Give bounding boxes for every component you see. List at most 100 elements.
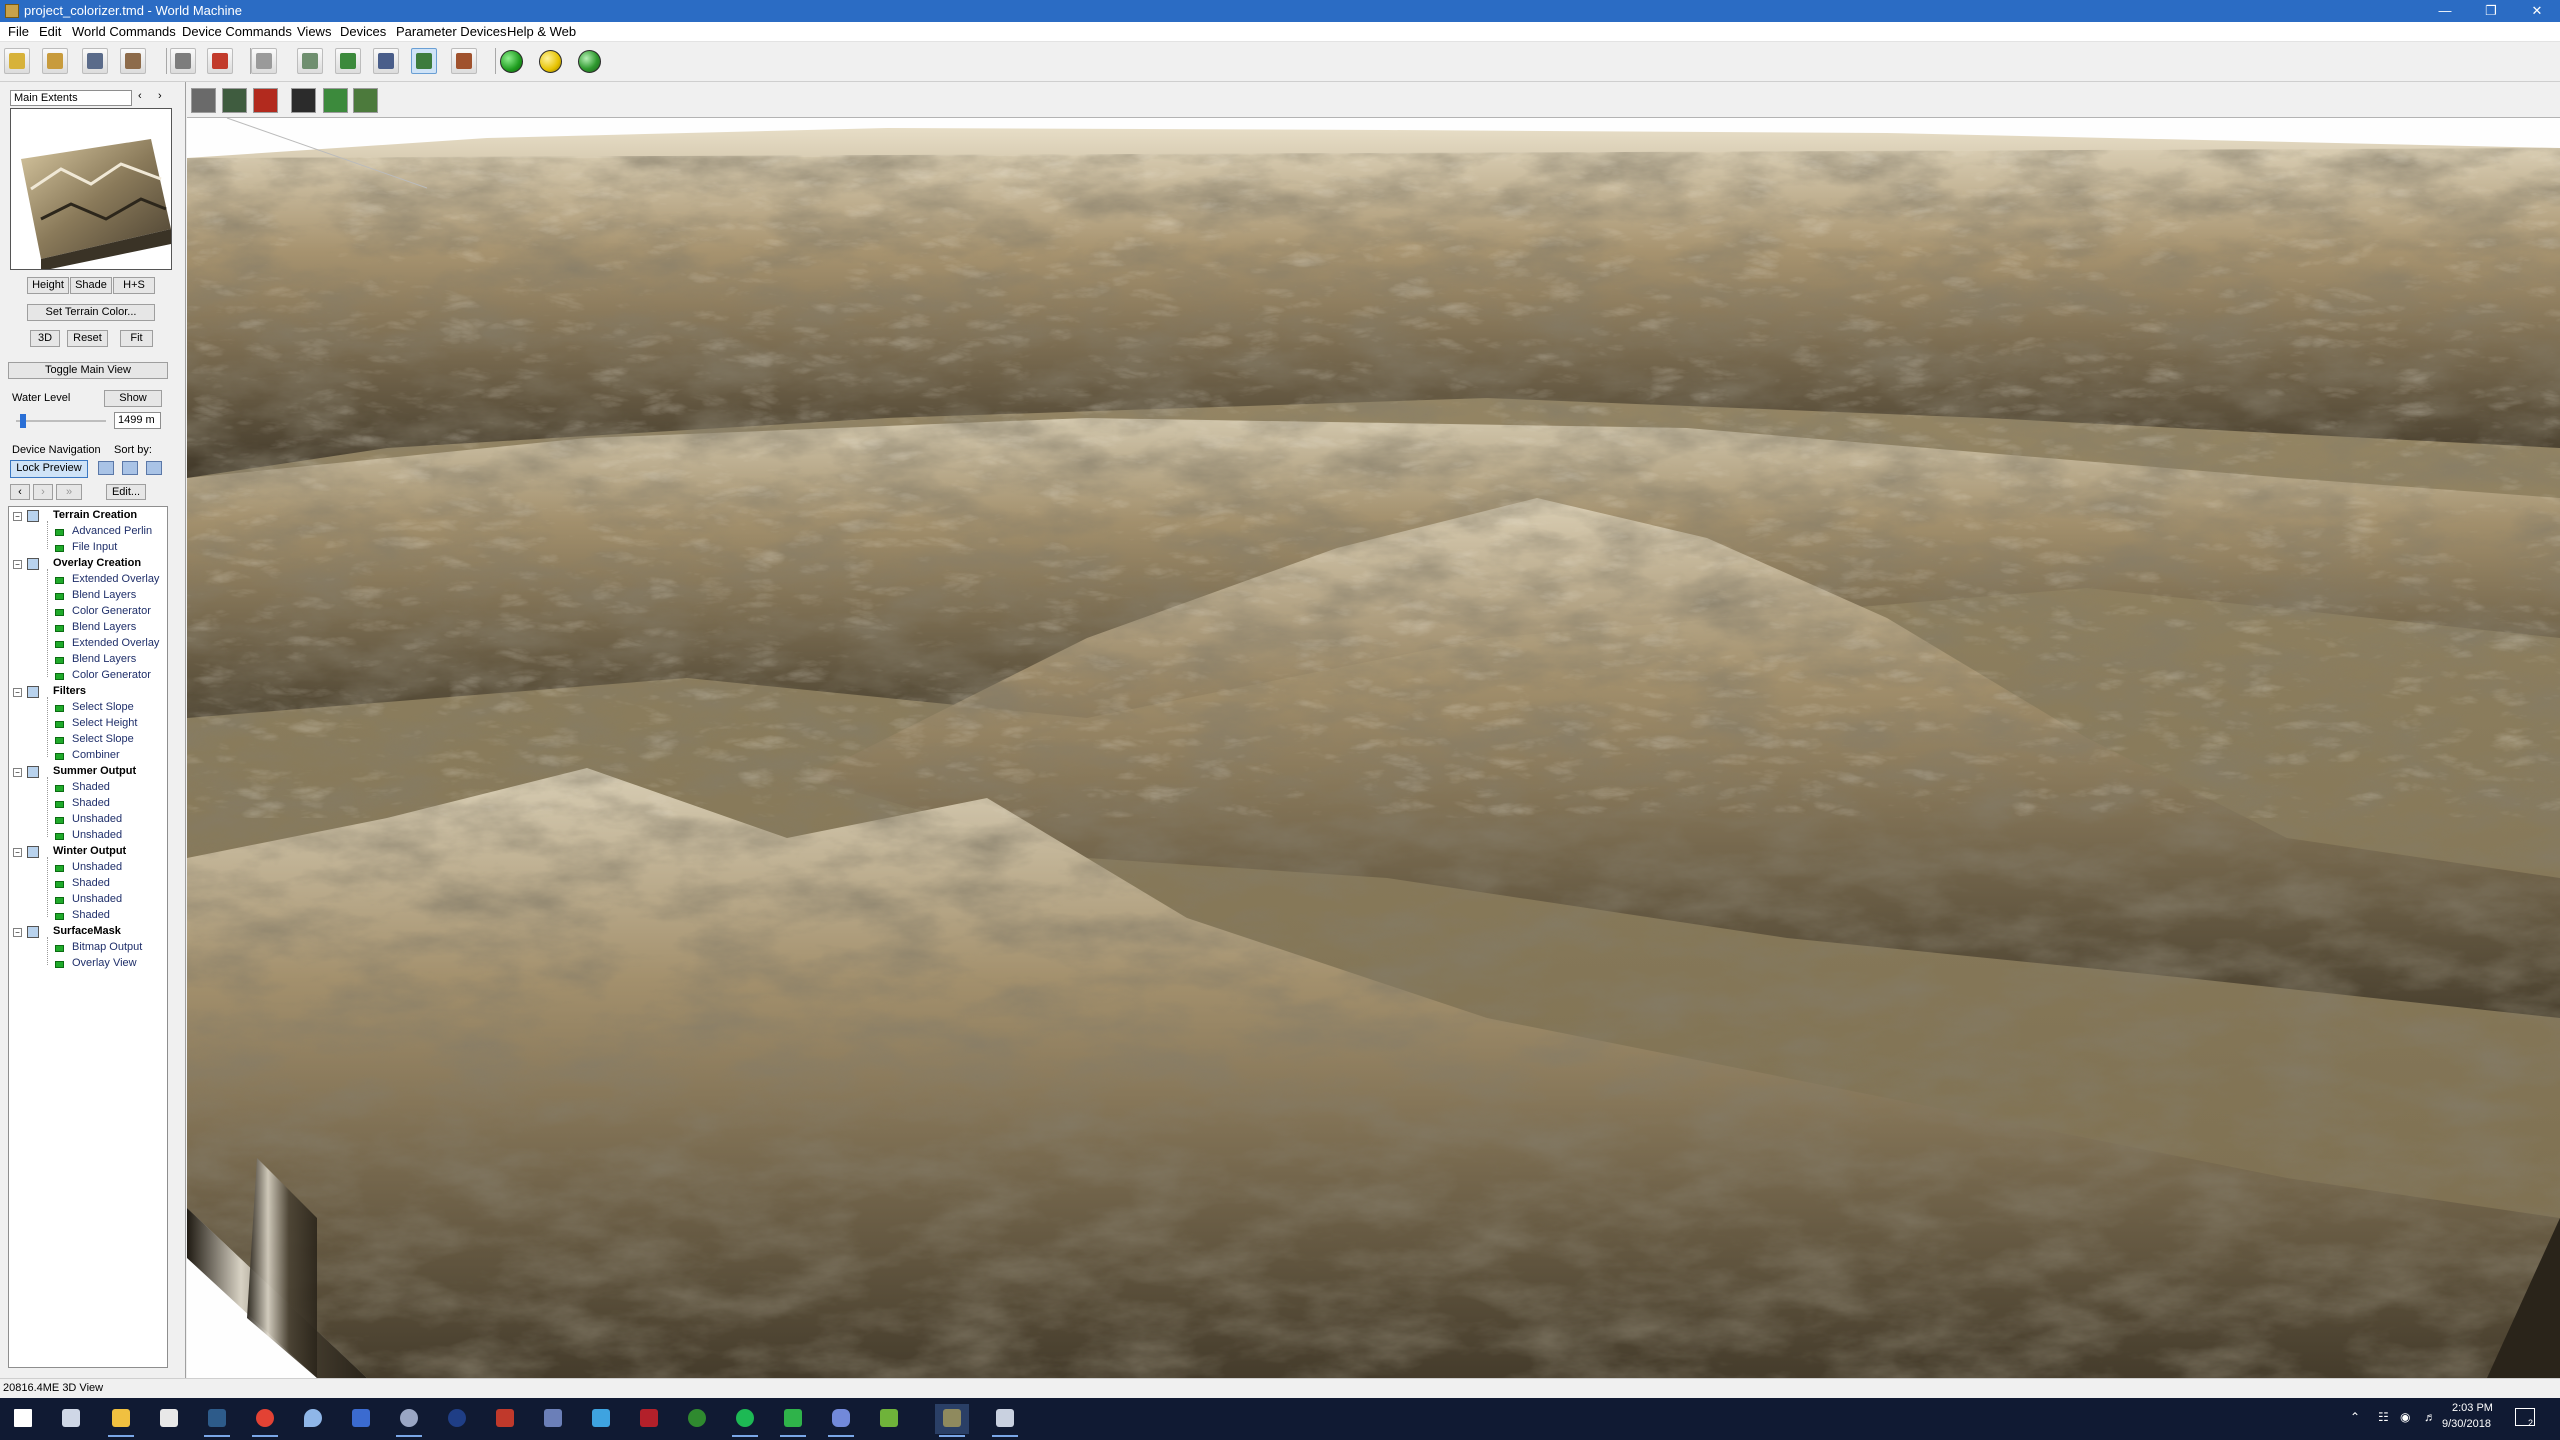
app-icon[interactable] xyxy=(344,1404,378,1434)
open-icon[interactable] xyxy=(42,48,68,74)
water-level-input[interactable]: 1499 m xyxy=(114,412,161,429)
clock-time[interactable]: 2:03 PM xyxy=(2452,1402,2493,1414)
prev-extent-icon[interactable]: ‹ xyxy=(138,90,142,102)
3d-viewport[interactable] xyxy=(187,118,2560,1378)
app-icon[interactable] xyxy=(536,1404,570,1434)
layout-view-icon[interactable] xyxy=(297,48,323,74)
lighting-icon[interactable] xyxy=(253,88,278,113)
app-icon[interactable] xyxy=(776,1404,810,1437)
collapse-icon[interactable]: − xyxy=(13,928,22,937)
set-terrain-color-button[interactable]: Set Terrain Color... xyxy=(27,304,155,321)
menu-device-commands[interactable]: Device Commands xyxy=(182,24,292,39)
title-bar[interactable]: project_colorizer.tmd - World Machine — … xyxy=(0,0,2560,22)
menu-help-web[interactable]: Help & Web xyxy=(507,24,576,39)
menu-edit[interactable]: Edit xyxy=(39,24,61,39)
task-view-icon[interactable] xyxy=(54,1404,88,1434)
tree-item[interactable]: Shaded xyxy=(9,797,167,813)
tree-item[interactable]: Shaded xyxy=(9,909,167,925)
water-level-slider[interactable] xyxy=(16,414,106,428)
steam-icon[interactable] xyxy=(200,1404,234,1437)
collapse-icon[interactable]: − xyxy=(13,560,22,569)
sort-order-icon[interactable] xyxy=(146,461,162,475)
terrain-preview-thumbnail[interactable] xyxy=(10,108,172,270)
3d-button[interactable]: 3D xyxy=(30,330,60,347)
camera-icon[interactable] xyxy=(291,88,316,113)
tree-group-summer-output[interactable]: − Summer Output xyxy=(9,765,167,781)
tray-chevron-icon[interactable]: ⌃ xyxy=(2350,1410,2360,1424)
tree-item[interactable]: Shaded xyxy=(9,781,167,797)
nav-back-icon[interactable]: ‹ xyxy=(10,484,30,500)
lock-preview-button[interactable]: Lock Preview xyxy=(10,460,88,478)
layout-editor-icon[interactable] xyxy=(451,48,477,74)
water-level-slider-thumb[interactable] xyxy=(20,414,26,428)
new-world-icon[interactable] xyxy=(4,48,30,74)
network-icon[interactable]: ☷ xyxy=(2378,1410,2389,1424)
device-tree[interactable]: − Terrain Creation Advanced Perlin File Inp… xyxy=(8,506,168,1368)
app-icon[interactable] xyxy=(392,1404,426,1437)
tree-group-filters[interactable]: − Filters xyxy=(9,685,167,701)
edit-button[interactable]: Edit... xyxy=(106,484,146,500)
tree-item[interactable]: Color Generator xyxy=(9,669,167,685)
collapse-icon[interactable]: − xyxy=(13,768,22,777)
menu-views[interactable]: Views xyxy=(297,24,331,39)
terrain-mode-icon[interactable] xyxy=(222,88,247,113)
collapse-icon[interactable]: − xyxy=(13,512,22,521)
save-icon[interactable] xyxy=(82,48,108,74)
tree-item[interactable]: Blend Layers xyxy=(9,653,167,669)
app-icon[interactable] xyxy=(488,1404,522,1434)
height-mode-button[interactable]: Height xyxy=(27,277,69,294)
render-mode-icon[interactable] xyxy=(191,88,216,113)
nav-end-icon[interactable]: » xyxy=(56,484,82,500)
app-icon[interactable] xyxy=(872,1404,906,1434)
device-view-icon[interactable] xyxy=(335,48,361,74)
discord-icon[interactable] xyxy=(824,1404,858,1437)
tree-group-terrain-creation[interactable]: − Terrain Creation xyxy=(9,509,167,525)
volume-icon[interactable]: ♬ xyxy=(2424,1410,2436,1424)
tree-item[interactable]: File Input xyxy=(9,541,167,557)
menu-parameter-devices[interactable]: Parameter Devices xyxy=(396,24,507,39)
tree-item[interactable]: Select Slope xyxy=(9,701,167,717)
close-icon[interactable]: ✕ xyxy=(2514,0,2560,22)
help-view-icon[interactable] xyxy=(353,88,378,113)
tree-item[interactable]: Color Generator xyxy=(9,605,167,621)
clock-date[interactable]: 9/30/2018 xyxy=(2442,1418,2491,1430)
world-view-icon[interactable] xyxy=(373,48,399,74)
tile-icon[interactable] xyxy=(251,48,277,74)
app-icon[interactable] xyxy=(584,1404,618,1434)
app-icon[interactable] xyxy=(632,1404,666,1434)
toggle-main-view-button[interactable]: Toggle Main View xyxy=(8,362,168,379)
world-machine-icon[interactable] xyxy=(935,1404,969,1437)
extents-dropdown[interactable]: Main Extents xyxy=(10,90,132,106)
minimize-icon[interactable]: — xyxy=(2422,0,2468,22)
report-icon[interactable] xyxy=(207,48,233,74)
file-explorer-icon[interactable] xyxy=(104,1404,138,1437)
build-all-icon[interactable] xyxy=(498,48,524,74)
build-preview-icon[interactable] xyxy=(537,48,563,74)
fit-button[interactable]: Fit xyxy=(120,330,153,347)
chrome-icon[interactable] xyxy=(248,1404,282,1437)
maximize-icon[interactable]: ❐ xyxy=(2468,0,2514,22)
menu-world-commands[interactable]: World Commands xyxy=(72,24,176,39)
wifi-icon[interactable]: ◉ xyxy=(2400,1410,2410,1424)
tree-item[interactable]: Unshaded xyxy=(9,893,167,909)
tree-item[interactable]: Blend Layers xyxy=(9,621,167,637)
app-icon[interactable] xyxy=(440,1404,474,1434)
notepad-icon[interactable] xyxy=(152,1404,186,1434)
sort-name-icon[interactable] xyxy=(98,461,114,475)
tree-item[interactable]: Overlay View xyxy=(9,957,167,973)
wireframe-icon[interactable] xyxy=(323,88,348,113)
reset-button[interactable]: Reset xyxy=(67,330,108,347)
settings-icon[interactable] xyxy=(120,48,146,74)
droplet-app-icon[interactable] xyxy=(296,1404,330,1434)
tree-item[interactable]: Select Slope xyxy=(9,733,167,749)
collapse-icon[interactable]: − xyxy=(13,848,22,857)
tree-group-surfacemask[interactable]: − SurfaceMask xyxy=(9,925,167,941)
spotify-icon[interactable] xyxy=(728,1404,762,1437)
tree-item[interactable]: Extended Overlay xyxy=(9,573,167,589)
sort-type-icon[interactable] xyxy=(122,461,138,475)
tree-item[interactable]: Unshaded xyxy=(9,861,167,877)
shade-mode-button[interactable]: Shade xyxy=(70,277,112,294)
app-icon[interactable] xyxy=(680,1404,714,1434)
3d-view-icon[interactable] xyxy=(411,48,437,74)
height-shade-mode-button[interactable]: H+S xyxy=(113,277,155,294)
